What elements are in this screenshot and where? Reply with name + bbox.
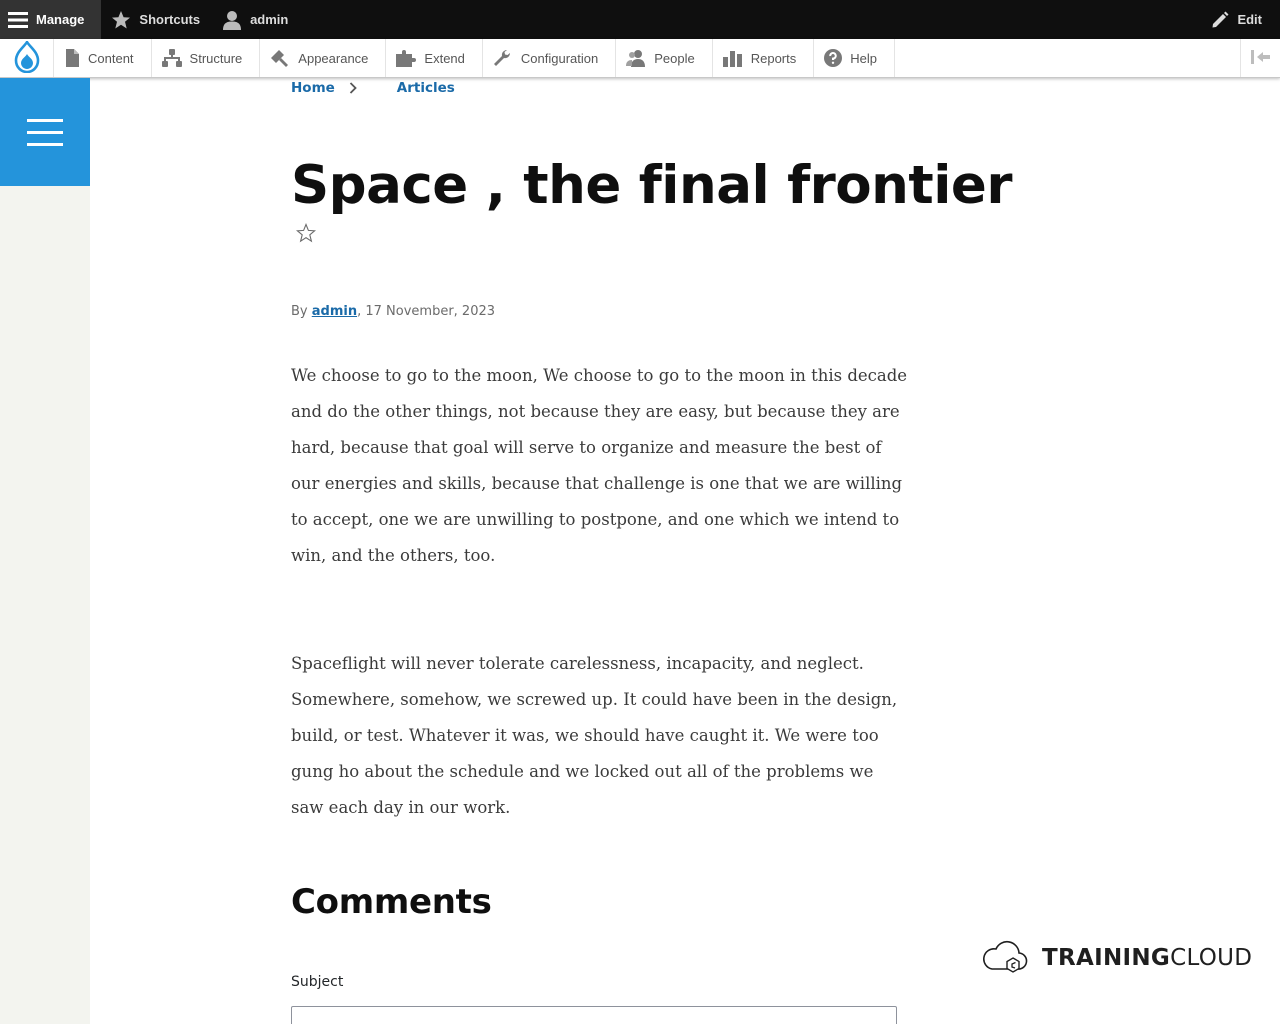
- user-label: admin: [250, 12, 289, 27]
- tray-item-help[interactable]: Help: [814, 39, 895, 77]
- tray-item-reports[interactable]: Reports: [713, 39, 815, 77]
- wrench-icon: [493, 49, 513, 67]
- theme-sidebar: [0, 78, 90, 1024]
- tray-orientation-toggle[interactable]: [1240, 39, 1280, 77]
- manage-tab[interactable]: Manage: [0, 0, 102, 39]
- admin-toolbar: Manage Shortcuts admin Edit: [0, 0, 1280, 39]
- tray-item-appearance[interactable]: Appearance: [260, 39, 387, 77]
- edit-toggle[interactable]: Edit: [1201, 0, 1280, 39]
- edit-label: Edit: [1237, 12, 1262, 27]
- puzzle-icon: [396, 49, 417, 67]
- tray-item-label: Content: [88, 50, 134, 66]
- user-icon: [222, 10, 242, 30]
- breadcrumb-articles-link[interactable]: Articles: [397, 80, 455, 96]
- bookmark-star-icon[interactable]: [295, 223, 317, 248]
- drupal-drop-icon: [14, 38, 40, 76]
- breadcrumb-home-link[interactable]: Home: [291, 80, 335, 96]
- tray-item-people[interactable]: People: [616, 39, 713, 77]
- comments-heading: Comments: [291, 882, 492, 922]
- shortcuts-tab[interactable]: Shortcuts: [101, 0, 212, 39]
- subject-input[interactable]: [291, 1006, 897, 1024]
- article-byline: By admin, 17 November, 2023: [291, 304, 495, 319]
- star-icon: [111, 10, 131, 30]
- main-menu-toggle[interactable]: [0, 78, 90, 186]
- article-paragraph: Spaceflight will never tolerate careless…: [291, 654, 898, 817]
- hamburger-icon: [27, 118, 63, 146]
- author-link[interactable]: admin: [312, 304, 357, 319]
- page-title: Space , the final frontier: [291, 155, 1013, 216]
- trainingcloud-watermark: TRAININGCLOUD: [982, 936, 1252, 979]
- tray-item-label: Appearance: [298, 50, 369, 66]
- tray-item-structure[interactable]: Structure: [152, 39, 261, 77]
- tray-item-label: Configuration: [520, 50, 599, 66]
- pencil-icon: [1211, 11, 1229, 29]
- watermark-light: CLOUD: [1170, 944, 1253, 971]
- collapse-left-icon: [1250, 49, 1271, 67]
- byline-prefix: By: [291, 304, 312, 319]
- user-tab[interactable]: admin: [212, 0, 300, 39]
- tray-item-label: Help: [850, 50, 877, 66]
- paintbrush-icon: [270, 49, 290, 67]
- bar-chart-icon: [722, 49, 743, 67]
- file-icon: [64, 49, 80, 67]
- manage-label: Manage: [36, 12, 85, 27]
- people-icon: [626, 49, 646, 67]
- tray-item-configuration[interactable]: Configuration: [483, 39, 617, 77]
- tray-item-label: Reports: [750, 50, 797, 66]
- tray-item-label: Structure: [189, 50, 243, 66]
- shortcuts-label: Shortcuts: [139, 12, 201, 27]
- menu-icon: [8, 11, 28, 29]
- help-icon: [824, 49, 843, 67]
- chevron-right-icon: [349, 82, 357, 94]
- tray-item-label: People: [654, 50, 695, 66]
- tray-item-content[interactable]: Content: [54, 39, 152, 77]
- cloud-logo-icon: [982, 936, 1028, 979]
- tray-spacer: [895, 39, 1240, 77]
- breadcrumb: Home Articles: [291, 78, 455, 98]
- watermark-strong: TRAINING: [1042, 944, 1171, 971]
- article-paragraph: We choose to go to the moon, We choose t…: [291, 366, 908, 565]
- sitemap-icon: [161, 49, 182, 67]
- tray-item-label: Extend: [424, 50, 465, 66]
- drupal-logo-link[interactable]: [0, 38, 54, 77]
- subject-label: Subject: [291, 974, 344, 990]
- tray-item-extend[interactable]: Extend: [386, 39, 483, 77]
- publish-date: , 17 November, 2023: [357, 304, 496, 319]
- admin-tray: Content Structure Appearance Extend Conf…: [0, 38, 1280, 78]
- watermark-text: TRAININGCLOUD: [1042, 945, 1252, 971]
